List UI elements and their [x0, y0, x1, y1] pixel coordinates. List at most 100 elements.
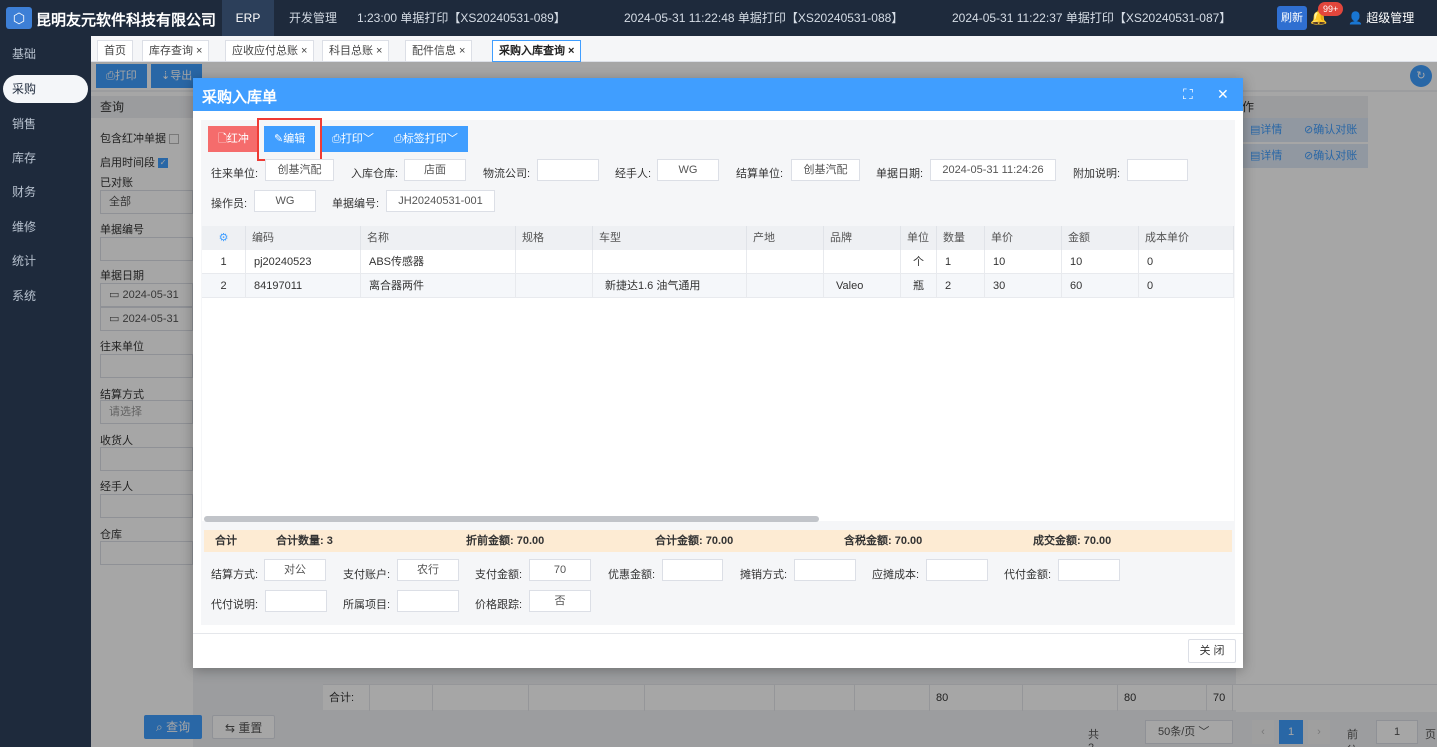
nav-dev-management[interactable]: 开发管理	[289, 0, 337, 36]
cell-amount: 60	[1062, 274, 1139, 298]
cell-name: 离合器两件	[361, 274, 516, 298]
agent-amount-field[interactable]	[1058, 559, 1120, 581]
pay-amount-label: 支付金额:	[475, 569, 523, 581]
settle-unit-field[interactable]: 创基汽配	[791, 159, 860, 181]
column-header: 单价	[985, 226, 1062, 250]
warehouse-field[interactable]: 店面	[404, 159, 466, 181]
sidebar-item-sales[interactable]: 销售	[0, 110, 91, 138]
table-row[interactable]: 2 84197011 离合器两件 新捷达1.6 油气通用 Valeo 瓶 2 3…	[202, 274, 1234, 298]
horizontal-scrollbar[interactable]	[204, 516, 819, 522]
sidebar-item-finance[interactable]: 财务	[0, 178, 91, 206]
discount-field[interactable]	[662, 559, 723, 581]
agent-note-field[interactable]	[265, 590, 327, 612]
warehouse-field-label: 入库仓库:	[351, 168, 399, 180]
column-header: 品牌	[824, 226, 901, 250]
alloc-cost-field[interactable]	[926, 559, 988, 581]
modal-header: 采购入库单 ⛶ ✕	[193, 78, 1243, 111]
tab-ar-ap-ledger[interactable]: 应收应付总账 ×	[225, 40, 315, 62]
column-header: 单位	[901, 226, 937, 250]
purchase-inbound-modal: 采购入库单 ⛶ ✕ 🗋红冲 ✎编辑 ⎙打印﹀ ⎙标签打印﹀ 往来单位: 创基汽配…	[193, 78, 1243, 668]
user-menu[interactable]: 👤 超级管理员﹀	[1348, 0, 1437, 61]
pay-account-field[interactable]: 农行	[397, 559, 459, 581]
agent-amount-label: 代付金额:	[1004, 569, 1052, 581]
cell-code: pj20240523	[246, 250, 361, 274]
price-track-label: 价格跟踪:	[475, 599, 523, 611]
alloc-method-field[interactable]	[794, 559, 856, 581]
settle-method-label: 结算方式:	[211, 569, 259, 581]
cell-amount: 10	[1062, 250, 1139, 274]
price-track-field[interactable]: 否	[529, 590, 591, 612]
docno-field-label: 单据编号:	[332, 198, 380, 210]
summary-deal-amount: 成交金额: 70.00	[1033, 535, 1112, 547]
cell-origin	[747, 250, 824, 274]
sidebar-item-repair[interactable]: 维修	[0, 213, 91, 241]
sidebar-item-statistics[interactable]: 统计	[0, 247, 91, 275]
pay-account-label: 支付账户:	[343, 569, 391, 581]
summary-total-label: 合计	[215, 535, 237, 547]
modal-footer	[193, 633, 1243, 668]
sidebar-item-basic[interactable]: 基础	[0, 40, 91, 68]
cell-price: 10	[985, 250, 1062, 274]
project-field[interactable]	[397, 590, 459, 612]
nav-erp[interactable]: ERP	[222, 0, 274, 36]
modal-print-label: 打印	[340, 133, 363, 145]
tab-parts-info[interactable]: 配件信息 ×	[405, 40, 473, 62]
notification-badge: 99+	[1318, 2, 1344, 16]
cell-spec	[516, 250, 593, 274]
red-offset-button[interactable]: 🗋红冲	[208, 126, 259, 152]
operator-field-label: 操作员:	[211, 198, 248, 210]
discount-label: 优惠金额:	[608, 569, 656, 581]
logistics-field[interactable]	[537, 159, 599, 181]
tab-inventory-query[interactable]: 库存查询 ×	[142, 40, 210, 62]
company-logo-icon: ⬡	[6, 7, 32, 29]
summary-tax-amount: 含税金额: 70.00	[844, 535, 923, 547]
cell-brand: Valeo	[824, 274, 901, 298]
summary-pre-discount: 折前金额: 70.00	[466, 535, 545, 547]
cell-qty: 2	[937, 274, 985, 298]
alloc-method-label: 摊销方式:	[740, 569, 788, 581]
printer-icon: ⎙	[394, 133, 403, 145]
agent-note-label: 代付说明:	[211, 599, 259, 611]
top-bar: ⬡ 昆明友元软件科技有限公司 ERP 开发管理 1:23:00 单据打印【XS2…	[0, 0, 1437, 61]
operator-field[interactable]: WG	[254, 190, 316, 212]
handler-field[interactable]: WG	[657, 159, 719, 181]
tab-bar: 首页 库存查询 × 应收应付总账 × 科目总账 × 配件信息 × 采购入库查询 …	[91, 36, 1437, 62]
items-grid: ⚙ 编码 名称 规格 车型 产地 品牌 单位 数量 单价 金额 成本单价 1 p…	[202, 226, 1234, 521]
sidebar-item-purchase[interactable]: 采购	[3, 75, 88, 103]
modal-print-button[interactable]: ⎙打印﹀	[322, 126, 384, 152]
column-header: 成本单价	[1139, 226, 1234, 250]
close-button[interactable]: 关 闭	[1188, 639, 1236, 663]
tab-purchase-inbound-query[interactable]: 采购入库查询 ×	[492, 40, 582, 62]
table-row[interactable]: 1 pj20240523 ABS传感器 个 1 10 10 0	[202, 250, 1234, 274]
handler-field-label: 经手人:	[615, 168, 652, 180]
cell-cost: 0	[1139, 250, 1234, 274]
row-index: 2	[202, 274, 246, 298]
summary-total-qty: 合计数量: 3	[276, 535, 333, 547]
cell-model	[593, 250, 747, 274]
sidebar-item-system[interactable]: 系统	[0, 282, 91, 310]
note-field[interactable]	[1127, 159, 1188, 181]
partner-field[interactable]: 创基汽配	[265, 159, 334, 181]
close-icon[interactable]: ✕	[1217, 86, 1229, 103]
settings-gear-icon[interactable]: ⚙	[202, 226, 246, 250]
note-field-label: 附加说明:	[1073, 168, 1121, 180]
docno-field[interactable]: JH20240531-001	[386, 190, 495, 212]
sidebar-item-inventory[interactable]: 库存	[0, 144, 91, 172]
column-header: 编码	[246, 226, 361, 250]
tab-subject-ledger[interactable]: 科目总账 ×	[322, 40, 390, 62]
column-header: 车型	[593, 226, 747, 250]
refresh-button[interactable]: 刷新	[1277, 6, 1307, 30]
settle-method-field[interactable]: 对公	[264, 559, 326, 581]
label-print-button[interactable]: ⎙标签打印﹀	[384, 126, 468, 152]
partner-field-label: 往来单位:	[211, 168, 259, 180]
column-header: 规格	[516, 226, 593, 250]
ticker-message: 2024-05-31 11:22:37 单据打印【XS20240531-087】	[952, 11, 1232, 25]
fullscreen-icon[interactable]: ⛶	[1183, 86, 1193, 103]
tab-home[interactable]: 首页	[97, 40, 133, 62]
company-name: 昆明友元软件科技有限公司	[36, 13, 217, 29]
user-icon: 👤	[1348, 11, 1367, 25]
pay-amount-field[interactable]: 70	[529, 559, 591, 581]
date-field[interactable]: 2024-05-31 11:24:26	[930, 159, 1056, 181]
ticker-message: 2024-05-31 11:22:48 单据打印【XS20240531-088】	[624, 11, 904, 25]
column-header: 名称	[361, 226, 516, 250]
